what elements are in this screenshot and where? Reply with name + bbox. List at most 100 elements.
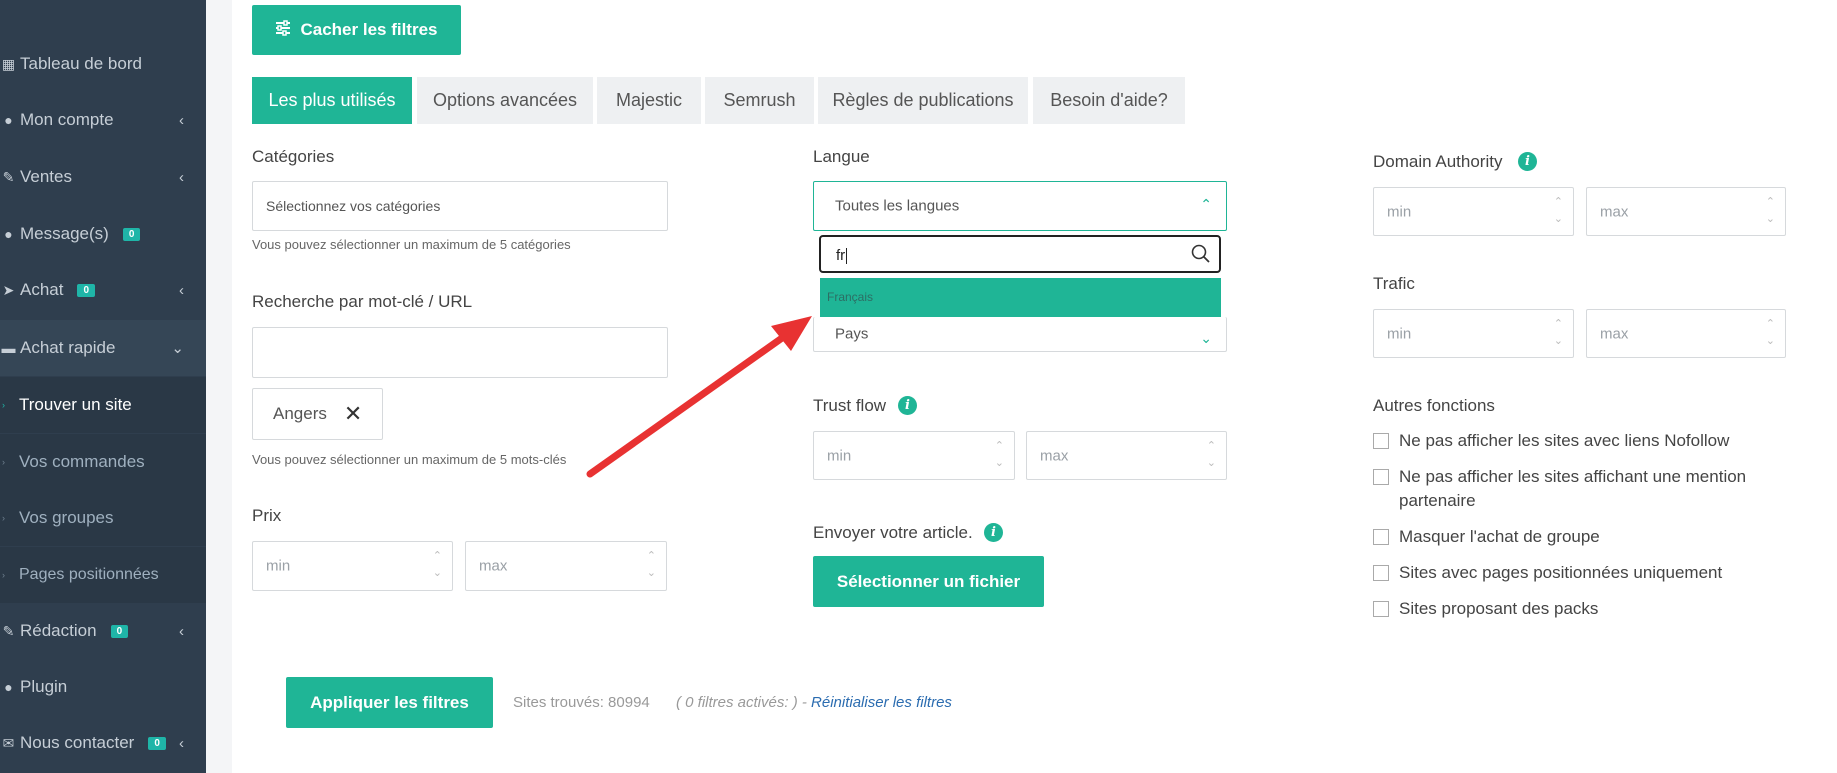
spinner-icon[interactable]: ⌃ ⌄	[1554, 194, 1563, 228]
keyword-tag-label: Angers	[273, 404, 327, 423]
checkbox[interactable]	[1373, 469, 1389, 485]
trustflow-min-placeholder: min	[827, 447, 852, 464]
language-label: Langue	[813, 147, 870, 166]
sidebar-subitem-ranked-pages[interactable]: › Pages positionnées	[0, 547, 206, 603]
country-select[interactable]: Pays ⌄	[813, 317, 1227, 352]
tab-semrush[interactable]: Semrush	[705, 77, 814, 124]
globe-icon: ●	[4, 679, 13, 695]
keyword-input[interactable]	[252, 327, 668, 378]
user-icon: ●	[4, 112, 13, 128]
checkbox-label: Sites proposant des packs	[1399, 599, 1599, 618]
sidebar-item-label: Tableau de bord	[20, 54, 142, 73]
chat-icon: ●	[4, 226, 13, 242]
sidebar-subitem-groups[interactable]: › Vos groupes	[0, 490, 206, 546]
price-min-placeholder: min	[266, 557, 291, 575]
sidebar-subitem-find-site[interactable]: › Trouver un site	[0, 377, 206, 433]
checkbox[interactable]	[1373, 529, 1389, 545]
trustflow-max-placeholder: max	[1040, 447, 1069, 464]
language-search-value: fr	[836, 247, 846, 264]
sidebar-item-label: Pages positionnées	[19, 566, 159, 583]
sidebar-item-contact[interactable]: ✉ Nous contacter 0 ‹	[0, 715, 206, 771]
sidebar-item-account[interactable]: ● Mon compte ‹	[0, 92, 206, 148]
mail-icon: ✉	[2, 734, 15, 751]
apply-filters-button[interactable]: Appliquer les filtres	[286, 677, 493, 728]
sidebar-item-writing[interactable]: ✎ Rédaction 0 ‹	[0, 603, 206, 659]
spinner-icon[interactable]: ⌃ ⌄	[1766, 194, 1775, 228]
checkbox-ranked-pages[interactable]: Sites avec pages positionnées uniquement	[1373, 563, 1793, 585]
sidebar-item-purchase[interactable]: ➤ Achat 0 ‹	[0, 262, 206, 318]
keywords-hint: Vous pouvez sélectionner un maximum de 5…	[252, 452, 567, 467]
chevron-down-icon: ⌄	[1200, 330, 1212, 346]
keyword-tag: Angers ✕	[252, 388, 383, 440]
spinner-icon[interactable]: ⌃ ⌄	[433, 548, 442, 582]
spinner-icon[interactable]: ⌃ ⌄	[1207, 438, 1216, 472]
language-option-label: Français	[827, 290, 874, 304]
traffic-min-input[interactable]: min ⌃ ⌄	[1373, 309, 1574, 358]
sidebar-item-plugin[interactable]: ● Plugin	[0, 659, 206, 715]
count-badge: 0	[122, 227, 141, 241]
tab-publication-rules[interactable]: Règles de publications	[818, 77, 1028, 124]
close-icon[interactable]: ✕	[344, 401, 362, 427]
hide-filters-button[interactable]: Cacher les filtres	[252, 5, 461, 55]
spinner-icon[interactable]: ⌃ ⌄	[995, 438, 1004, 472]
sidebar: ▦ Tableau de bord ● Mon compte ‹ ✎ Vente…	[0, 0, 206, 773]
edit-icon: ✎	[2, 168, 15, 185]
da-max-placeholder: max	[1600, 203, 1629, 220]
pencil-icon: ✎	[2, 622, 15, 639]
chevron-left-icon: ‹	[179, 622, 184, 640]
price-min-input[interactable]: min ⌃ ⌄	[252, 541, 453, 591]
reset-filters-link[interactable]: Réinitialiser les filtres	[811, 694, 952, 711]
spinner-icon[interactable]: ⌃ ⌄	[1554, 316, 1563, 350]
checkbox-nofollow[interactable]: Ne pas afficher les sites avec liens Nof…	[1373, 431, 1793, 453]
checkbox[interactable]	[1373, 565, 1389, 581]
da-max-input[interactable]: max ⌃ ⌄	[1586, 187, 1786, 236]
spinner-icon[interactable]: ⌃ ⌄	[1766, 316, 1775, 350]
sidebar-item-label: Rédaction	[20, 621, 97, 640]
info-icon[interactable]: i	[984, 523, 1003, 542]
chevron-down-icon: ⌄	[171, 340, 184, 357]
price-label: Prix	[252, 506, 282, 525]
checkbox[interactable]	[1373, 601, 1389, 617]
language-option[interactable]: Français	[820, 278, 1221, 317]
tab-majestic[interactable]: Majestic	[597, 77, 701, 124]
sidebar-item-dashboard[interactable]: ▦ Tableau de bord	[0, 36, 206, 92]
chevron-left-icon: ‹	[179, 281, 184, 299]
trustflow-max-input[interactable]: max ⌃ ⌄	[1026, 431, 1227, 480]
checkbox-partner-mention[interactable]: Ne pas afficher les sites affichant une …	[1373, 467, 1793, 513]
trustflow-min-input[interactable]: min ⌃ ⌄	[813, 431, 1015, 480]
active-filters-status: ( 0 filtres activés: ) - Réinitialiser l…	[676, 694, 952, 711]
tab-help[interactable]: Besoin d'aide?	[1033, 77, 1185, 124]
other-functions-label: Autres fonctions	[1373, 396, 1495, 415]
checkbox-hide-group[interactable]: Masquer l'achat de groupe	[1373, 527, 1793, 549]
chevron-left-icon: ‹	[179, 168, 184, 186]
sidebar-subitem-orders[interactable]: › Vos commandes	[0, 434, 206, 490]
tab-advanced-options[interactable]: Options avancées	[417, 77, 593, 124]
info-icon[interactable]: i	[1518, 152, 1537, 171]
content-gutter	[206, 0, 232, 773]
checkbox-label: Ne pas afficher les sites avec liens Nof…	[1399, 431, 1730, 450]
spinner-icon[interactable]: ⌃ ⌄	[647, 548, 656, 582]
price-max-input[interactable]: max ⌃ ⌄	[465, 541, 667, 591]
cart-icon: ▬	[1, 340, 16, 356]
da-min-input[interactable]: min ⌃ ⌄	[1373, 187, 1574, 236]
sidebar-item-quick-purchase[interactable]: ▬ Achat rapide ⌄	[0, 320, 206, 376]
checkbox[interactable]	[1373, 433, 1389, 449]
traffic-max-input[interactable]: max ⌃ ⌄	[1586, 309, 1786, 358]
bullet-icon: ›	[2, 457, 5, 467]
sidebar-item-label: Mon compte	[20, 110, 114, 129]
sidebar-item-label: Message(s)	[20, 224, 109, 243]
info-icon[interactable]: i	[898, 396, 917, 415]
checkbox-packs[interactable]: Sites proposant des packs	[1373, 599, 1793, 621]
language-select[interactable]: Toutes les langues ⌃	[813, 181, 1227, 231]
sidebar-item-sales[interactable]: ✎ Ventes ‹	[0, 149, 206, 205]
active-filters-text: ( 0 filtres activés: ) -	[676, 694, 812, 711]
chevron-left-icon: ‹	[179, 734, 184, 752]
select-file-button[interactable]: Sélectionner un fichier	[813, 556, 1044, 607]
categories-select[interactable]: Sélectionnez vos catégories	[252, 181, 668, 231]
language-search-input[interactable]: fr	[819, 235, 1221, 273]
sidebar-item-label: Achat	[20, 280, 64, 299]
tab-most-used[interactable]: Les plus utilisés	[252, 77, 412, 124]
sidebar-item-messages[interactable]: ● Message(s) 0	[0, 206, 206, 262]
bullet-icon: ›	[2, 570, 5, 580]
domain-authority-label: Domain Authority	[1373, 152, 1503, 171]
